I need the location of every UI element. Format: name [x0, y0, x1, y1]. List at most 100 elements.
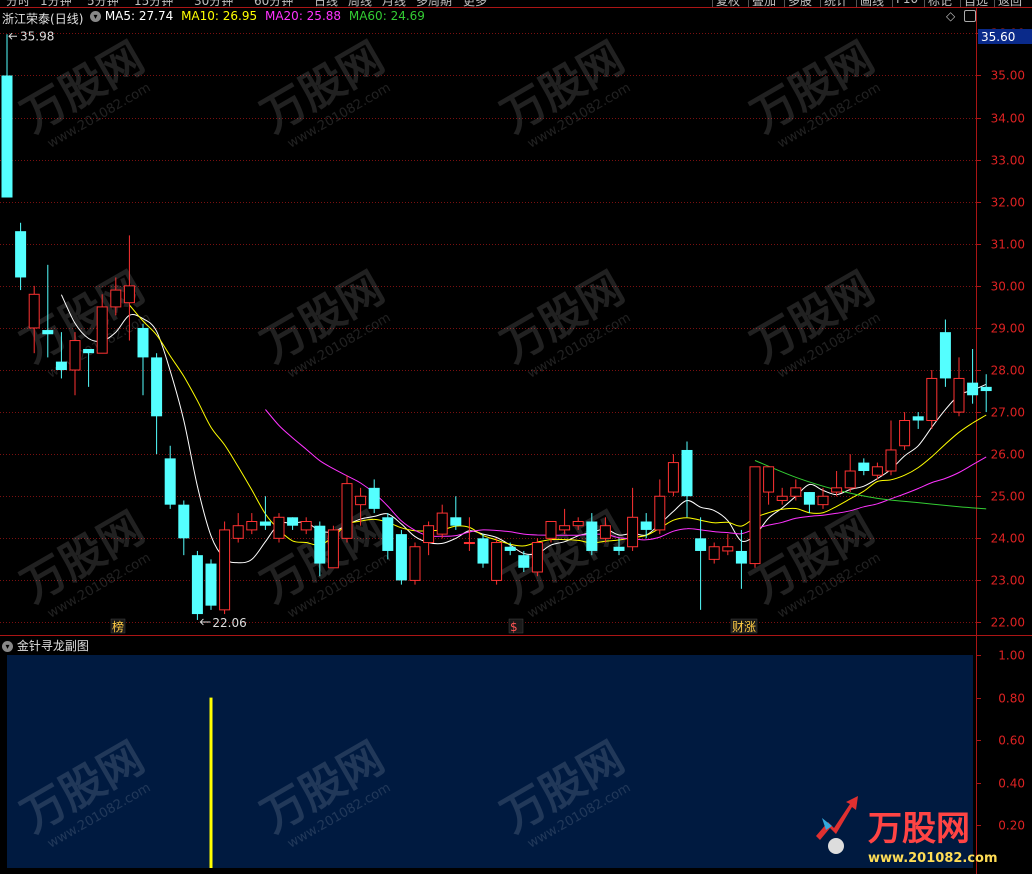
candle-body: [817, 495, 829, 506]
event-marker[interactable]: 榜: [112, 619, 124, 634]
current-price-tag[interactable]: 35.60: [981, 30, 1015, 44]
candle-body: [844, 470, 856, 489]
chevron-down-icon[interactable]: ▾: [2, 641, 13, 652]
candle-body: [436, 512, 448, 535]
candle-body: [409, 546, 421, 581]
candle-body: [735, 550, 747, 564]
candle-body: [953, 377, 965, 413]
candle-body: [450, 517, 462, 526]
candle-body: [518, 555, 530, 568]
event-marker[interactable]: 财涨: [732, 619, 756, 634]
kline-chart[interactable]: 万股网www.201082.com 万股网www.201082.com 万股网www…: [0, 0, 1032, 874]
indicator-tick-label: 0.80: [998, 692, 1025, 706]
stock-period: (日线): [50, 12, 84, 26]
candle-body: [967, 382, 979, 396]
candle-body: [803, 492, 815, 505]
candle[interactable]: [191, 550, 203, 620]
candle[interactable]: [409, 542, 421, 585]
candle-body: [776, 495, 788, 501]
candle-body: [980, 386, 992, 392]
candle-body: [531, 542, 543, 573]
price-tick-label: 26.00: [991, 448, 1025, 462]
candle-body: [695, 538, 707, 551]
high-price-label: 35.98: [20, 29, 54, 43]
candle-body: [899, 420, 911, 447]
candle-body: [246, 520, 258, 531]
price-tick-label: 30.00: [991, 280, 1025, 294]
candle-body: [667, 462, 679, 493]
candle-body: [191, 555, 203, 615]
candle-body: [287, 517, 299, 526]
settings-icon[interactable]: [964, 10, 976, 22]
candle-body: [463, 542, 475, 545]
candle[interactable]: [219, 521, 231, 615]
candle-body: [831, 487, 843, 493]
candle[interactable]: [273, 513, 285, 543]
candle-body: [545, 520, 557, 539]
chevron-down-icon[interactable]: ▾: [90, 11, 101, 22]
diamond-icon[interactable]: ◇: [946, 9, 955, 23]
logo-figure: [828, 838, 844, 854]
indicator-tick-label: 0.20: [998, 819, 1025, 833]
candle-body: [477, 538, 489, 564]
candle-body: [178, 504, 190, 539]
candle-body: [83, 348, 95, 354]
candle-body: [368, 487, 380, 509]
candle-body: [708, 546, 720, 560]
price-tick-label: 34.00: [991, 112, 1025, 126]
ma20-label: MA20: 25.88: [264, 9, 342, 23]
candle-body: [137, 327, 149, 358]
candle-body: [42, 330, 54, 335]
candle-body: [300, 520, 312, 531]
candle-body: [749, 466, 761, 565]
indicator-tick-label: 0.60: [998, 734, 1025, 748]
candle-body: [395, 534, 407, 581]
candle-body: [355, 495, 367, 506]
candle-body: [28, 293, 40, 329]
price-tick-label: 29.00: [991, 322, 1025, 336]
event-marker[interactable]: $: [510, 620, 518, 634]
candle-body: [654, 495, 666, 531]
ma5-label: MA5: 27.74: [104, 9, 174, 23]
price-tick-label: 23.00: [991, 574, 1025, 588]
candle-body: [219, 529, 231, 611]
candle[interactable]: [477, 534, 489, 568]
candle[interactable]: [327, 525, 339, 569]
ma60-label: MA60: 24.69: [348, 9, 425, 23]
candle-body: [586, 521, 598, 551]
candle[interactable]: [926, 370, 938, 429]
stock-title: 浙江荣泰(日线): [2, 10, 83, 27]
candle[interactable]: [749, 466, 761, 568]
indicator-title: ▾ 金针寻龙副图: [2, 637, 89, 654]
price-tick-label: 27.00: [991, 406, 1025, 420]
candle-body: [151, 357, 163, 417]
candle[interactable]: [491, 538, 503, 585]
candle-body: [327, 529, 339, 569]
candle-body: [205, 563, 217, 606]
low-price-label: 22.06: [212, 616, 246, 630]
price-tick-label: 22.00: [991, 616, 1025, 630]
candle[interactable]: [205, 559, 217, 610]
indicator-tick-label: 1.00: [998, 649, 1025, 663]
candle-body: [790, 487, 802, 497]
candle-body: [885, 449, 897, 472]
ma-legend: ▾ MA5: 27.74 MA10: 26.95 MA20: 25.88 MA6…: [90, 9, 425, 23]
candle[interactable]: [395, 529, 407, 585]
candle-body: [123, 285, 135, 304]
candle-body: [613, 546, 625, 551]
candle-body: [681, 449, 693, 497]
candle[interactable]: [531, 538, 543, 577]
candle-body: [164, 458, 176, 505]
price-tick-label: 28.00: [991, 364, 1025, 378]
indicator-bar: [209, 697, 213, 868]
price-tick-label: 24.00: [991, 532, 1025, 546]
candle-body: [69, 340, 81, 371]
candle-body: [926, 377, 938, 422]
candle-body: [232, 525, 244, 539]
candle[interactable]: [341, 475, 353, 543]
candle-body: [259, 521, 271, 526]
price-tick-label: 32.00: [991, 196, 1025, 210]
candle-body: [55, 361, 67, 371]
candle-body: [640, 521, 652, 530]
candle-body: [599, 525, 611, 539]
